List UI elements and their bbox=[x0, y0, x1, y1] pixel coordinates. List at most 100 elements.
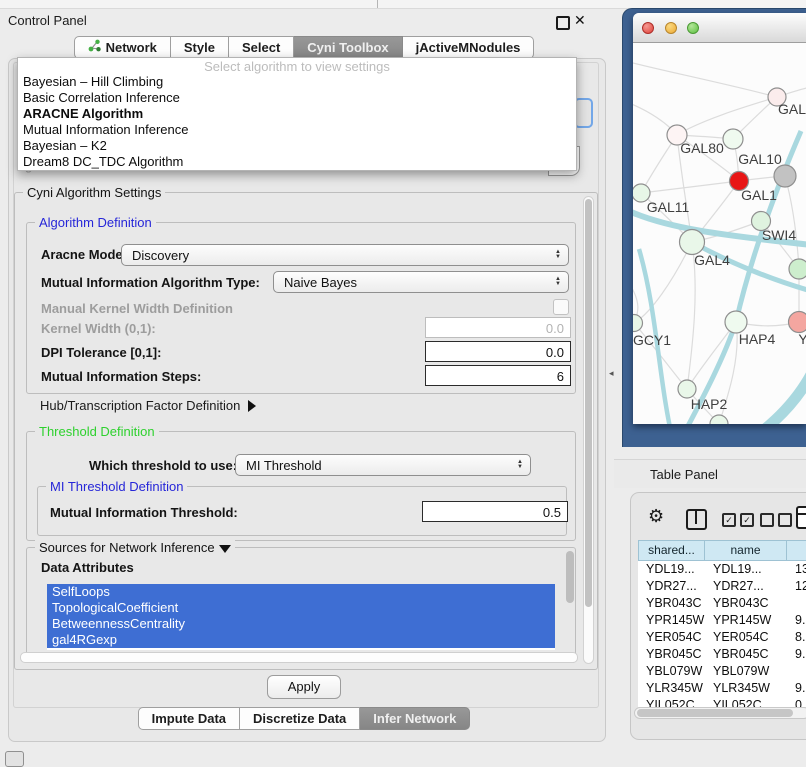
close-panel-icon[interactable]: ✕ bbox=[574, 12, 586, 29]
table-cell[interactable]: YBR043C bbox=[705, 595, 787, 612]
tab-label: Select bbox=[242, 37, 280, 58]
tab-label: Impute Data bbox=[152, 708, 226, 729]
table-cell[interactable]: YDR27... bbox=[638, 578, 705, 595]
table-cell[interactable]: 0. bbox=[787, 697, 806, 707]
table-cell[interactable]: YIL052C bbox=[638, 697, 705, 707]
data-attributes-label: Data Attributes bbox=[41, 560, 134, 575]
table-cell[interactable]: YPR145W bbox=[638, 612, 705, 629]
which-threshold-combobox[interactable]: MI Threshold ▲▼ bbox=[235, 454, 531, 476]
table-cell[interactable]: YLR345W bbox=[638, 680, 705, 697]
aracne-mode-label: Aracne Mode: bbox=[41, 247, 127, 262]
table-cell[interactable]: YER054C bbox=[705, 629, 787, 646]
table-cell[interactable] bbox=[787, 663, 806, 680]
table-cell[interactable]: YDL19... bbox=[705, 561, 787, 578]
table-cell[interactable]: 8. bbox=[787, 629, 806, 646]
table-cell[interactable]: 9. bbox=[787, 680, 806, 697]
node-salmon[interactable] bbox=[789, 312, 806, 333]
network-window-titlebar[interactable] bbox=[633, 13, 806, 43]
table-cell[interactable] bbox=[787, 595, 806, 612]
table-row[interactable]: YBR043CYBR043C bbox=[638, 595, 806, 612]
mi-type-combobox[interactable]: Naive Bayes ▲▼ bbox=[273, 271, 569, 293]
table-horizontal-scrollbar[interactable] bbox=[634, 707, 806, 719]
table-cell[interactable]: 12 bbox=[787, 578, 806, 595]
sources-horizontal-scrollbar[interactable] bbox=[20, 652, 578, 663]
data-attribute-item[interactable]: gal4RGexp bbox=[47, 632, 555, 648]
node-green-right[interactable] bbox=[789, 259, 806, 279]
data-attribute-item[interactable]: SelfLoops bbox=[47, 584, 555, 600]
algorithm-option[interactable]: ARACNE Algorithm bbox=[18, 106, 576, 122]
tab-infer-network[interactable]: Infer Network bbox=[360, 707, 470, 730]
data-attribute-item[interactable]: TopologicalCoefficient bbox=[47, 600, 555, 616]
apply-button[interactable]: Apply bbox=[267, 675, 341, 699]
gear-icon[interactable]: ⚙ bbox=[648, 506, 664, 527]
node-gray[interactable] bbox=[774, 165, 796, 187]
table-cell[interactable]: 9. bbox=[787, 612, 806, 629]
tab-impute-data[interactable]: Impute Data bbox=[138, 707, 240, 730]
table-cell[interactable]: YIL052C bbox=[705, 697, 787, 707]
algorithm-option[interactable]: Bayesian – K2 bbox=[18, 138, 576, 154]
table-cell[interactable]: YBL079W bbox=[638, 663, 705, 680]
table-cell[interactable]: 9. bbox=[787, 646, 806, 663]
tab-cyni-toolbox[interactable]: Cyni Toolbox bbox=[294, 36, 402, 59]
table-cell[interactable]: 13 bbox=[787, 561, 806, 578]
scrollbar-thumb[interactable] bbox=[585, 199, 592, 607]
dpi-tolerance-field[interactable]: 0.0 bbox=[425, 341, 571, 362]
scrollbar-thumb[interactable] bbox=[637, 709, 793, 717]
aracne-mode-combobox[interactable]: Discovery ▲▼ bbox=[121, 244, 569, 266]
table-row[interactable]: YPR145WYPR145W9. bbox=[638, 612, 806, 629]
mi-steps-field[interactable]: 6 bbox=[425, 365, 571, 386]
split-view-icon[interactable] bbox=[686, 509, 707, 530]
table-row[interactable]: YIL052CYIL052C0. bbox=[638, 697, 806, 707]
algorithm-option[interactable]: Bayesian – Hill Climbing bbox=[18, 74, 576, 90]
attributes-scrollbar-thumb[interactable] bbox=[566, 551, 574, 603]
table-cell[interactable]: YBR045C bbox=[638, 646, 705, 663]
table-cell[interactable]: YDR27... bbox=[705, 578, 787, 595]
mac-close-button[interactable] bbox=[642, 22, 654, 34]
panel-divider-handle[interactable]: ◂ bbox=[609, 368, 614, 379]
tab-style[interactable]: Style bbox=[171, 36, 229, 59]
table-cell[interactable]: YBL079W bbox=[705, 663, 787, 680]
table-row[interactable]: YBR045CYBR045C9. bbox=[638, 646, 806, 663]
algorithm-option[interactable]: Dream8 DC_TDC Algorithm bbox=[18, 154, 576, 170]
table-cell[interactable]: YDL19... bbox=[638, 561, 705, 578]
table-icon[interactable] bbox=[796, 506, 806, 529]
column-header[interactable]: shared... bbox=[638, 540, 705, 561]
node-hap4[interactable] bbox=[725, 311, 747, 333]
tab-discretize-data[interactable]: Discretize Data bbox=[240, 707, 360, 730]
mac-minimize-button[interactable] bbox=[665, 22, 677, 34]
table-cell[interactable]: YPR145W bbox=[705, 612, 787, 629]
mac-zoom-button[interactable] bbox=[687, 22, 699, 34]
table-cell[interactable]: YER054C bbox=[638, 629, 705, 646]
select-all-icon[interactable]: ✓ ✓ bbox=[722, 513, 754, 527]
mi-threshold-field[interactable]: 0.5 bbox=[422, 501, 568, 522]
table-cell[interactable]: YBR045C bbox=[705, 646, 787, 663]
table-row[interactable]: YLR345WYLR345W9. bbox=[638, 680, 806, 697]
algorithm-option[interactable]: Basic Correlation Inference bbox=[18, 90, 576, 106]
table-row[interactable]: YDR27...YDR27...12 bbox=[638, 578, 806, 595]
table-row[interactable]: YDL19...YDL19...13 bbox=[638, 561, 806, 578]
column-header[interactable] bbox=[787, 540, 806, 561]
network-canvas[interactable]: GALGAL80GAL10GAL1GAL11SWI4GAL4GCY1HAP4YH… bbox=[633, 43, 806, 424]
node-gcy1[interactable] bbox=[633, 315, 643, 332]
data-attributes-list[interactable]: SelfLoopsTopologicalCoefficientBetweenne… bbox=[47, 584, 555, 650]
tab-select[interactable]: Select bbox=[229, 36, 294, 59]
table-cell[interactable]: YLR345W bbox=[705, 680, 787, 697]
tab-network[interactable]: Network bbox=[74, 36, 171, 59]
tab-jactivemnodules[interactable]: jActiveMNodules bbox=[403, 36, 535, 59]
data-attribute-item[interactable]: BetweennessCentrality bbox=[47, 616, 555, 632]
dock-panel-icon[interactable] bbox=[5, 751, 24, 767]
sources-group-title[interactable]: Sources for Network Inference bbox=[35, 540, 235, 555]
algorithm-option[interactable]: Mutual Information Inference bbox=[18, 122, 576, 138]
float-panel-icon[interactable] bbox=[556, 16, 570, 30]
deselect-all-icon[interactable] bbox=[760, 513, 792, 527]
hub-definition-expander[interactable]: Hub/Transcription Factor Definition bbox=[40, 398, 256, 413]
node-gal4[interactable] bbox=[680, 230, 705, 255]
table-cell[interactable]: YBR043C bbox=[638, 595, 705, 612]
table-row[interactable]: YBL079WYBL079W bbox=[638, 663, 806, 680]
column-header[interactable]: name bbox=[705, 540, 787, 561]
table-row[interactable]: YER054CYER054C8. bbox=[638, 629, 806, 646]
mi-type-label: Mutual Information Algorithm Type: bbox=[41, 275, 260, 290]
node-gal10[interactable] bbox=[723, 129, 743, 149]
node-label: GAL1 bbox=[741, 187, 777, 203]
settings-vertical-scrollbar[interactable] bbox=[583, 196, 594, 664]
